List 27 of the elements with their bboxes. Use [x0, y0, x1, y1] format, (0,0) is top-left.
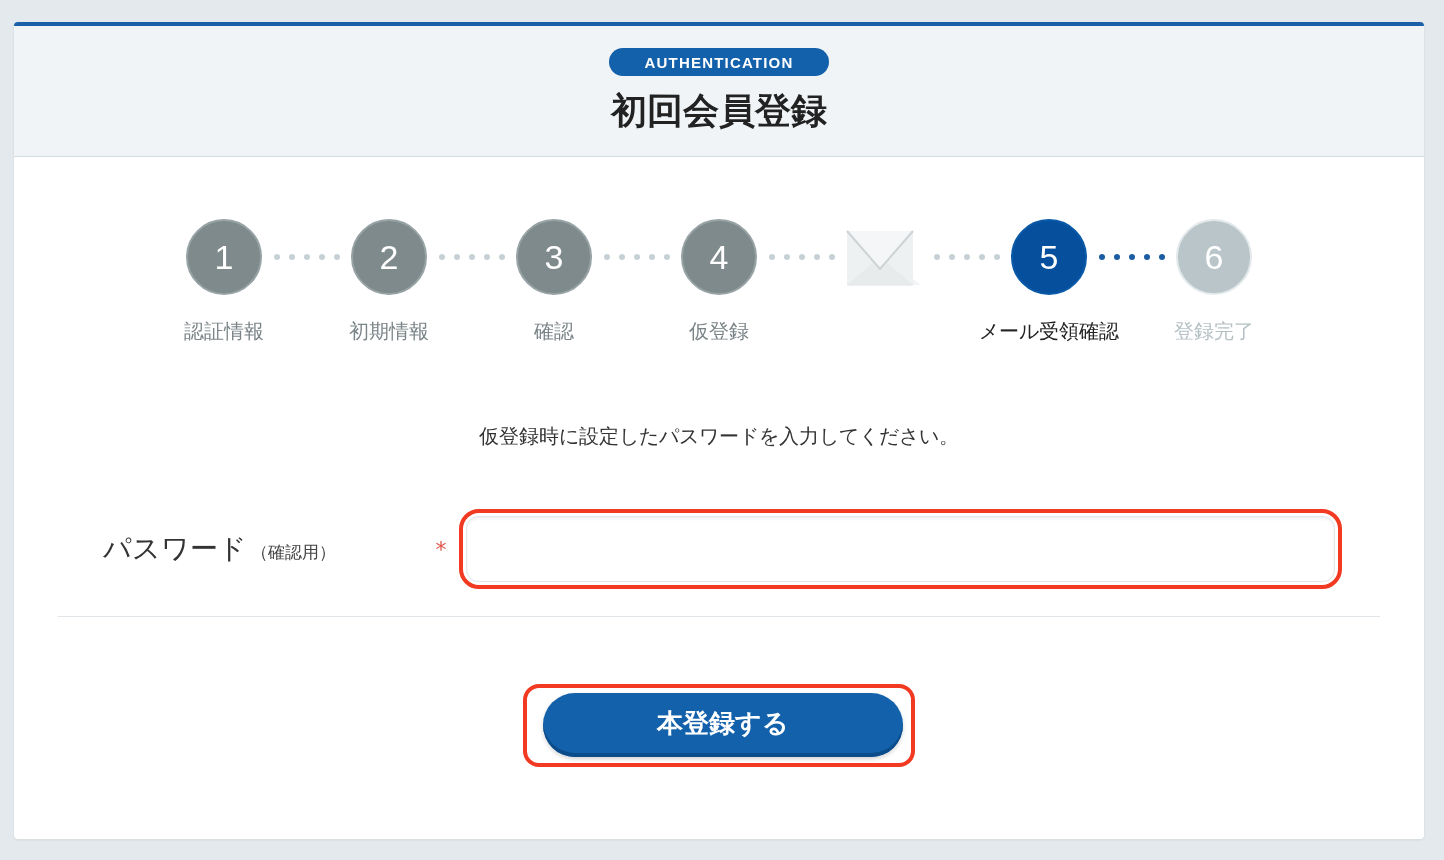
step-label: 仮登録 — [689, 318, 749, 345]
dotted-connector — [934, 254, 1000, 260]
dotted-connector — [604, 254, 670, 260]
step-label: メール受領確認 — [979, 318, 1119, 345]
field-label: パスワード — [103, 531, 247, 567]
register-button[interactable]: 本登録する — [543, 693, 903, 757]
instruction-text: 仮登録時に設定したパスワードを入力してください。 — [479, 423, 959, 450]
step-number-circle: 3 — [516, 219, 592, 295]
step-label: 初期情報 — [349, 318, 429, 345]
password-input[interactable] — [466, 516, 1335, 582]
step-number-circle: 6 — [1176, 219, 1252, 295]
step-number-circle: 4 — [681, 219, 757, 295]
step-label: 登録完了 — [1174, 318, 1254, 345]
step-number-circle: 2 — [351, 219, 427, 295]
section-badge: AUTHENTICATION — [609, 48, 829, 76]
step-label: 確認 — [534, 318, 574, 345]
step-number-circle: 1 — [186, 219, 262, 295]
step-number-circle: 5 — [1011, 219, 1087, 295]
envelope-icon — [845, 229, 923, 287]
step-label: 認証情報 — [184, 318, 264, 345]
dotted-connector — [274, 254, 340, 260]
page-title: 初回会員登録 — [611, 89, 827, 133]
dotted-connector — [439, 254, 505, 260]
dotted-connector — [1099, 254, 1165, 260]
required-asterisk: * — [434, 536, 448, 562]
dotted-connector — [769, 254, 835, 260]
field-note: （確認用） — [251, 541, 336, 564]
